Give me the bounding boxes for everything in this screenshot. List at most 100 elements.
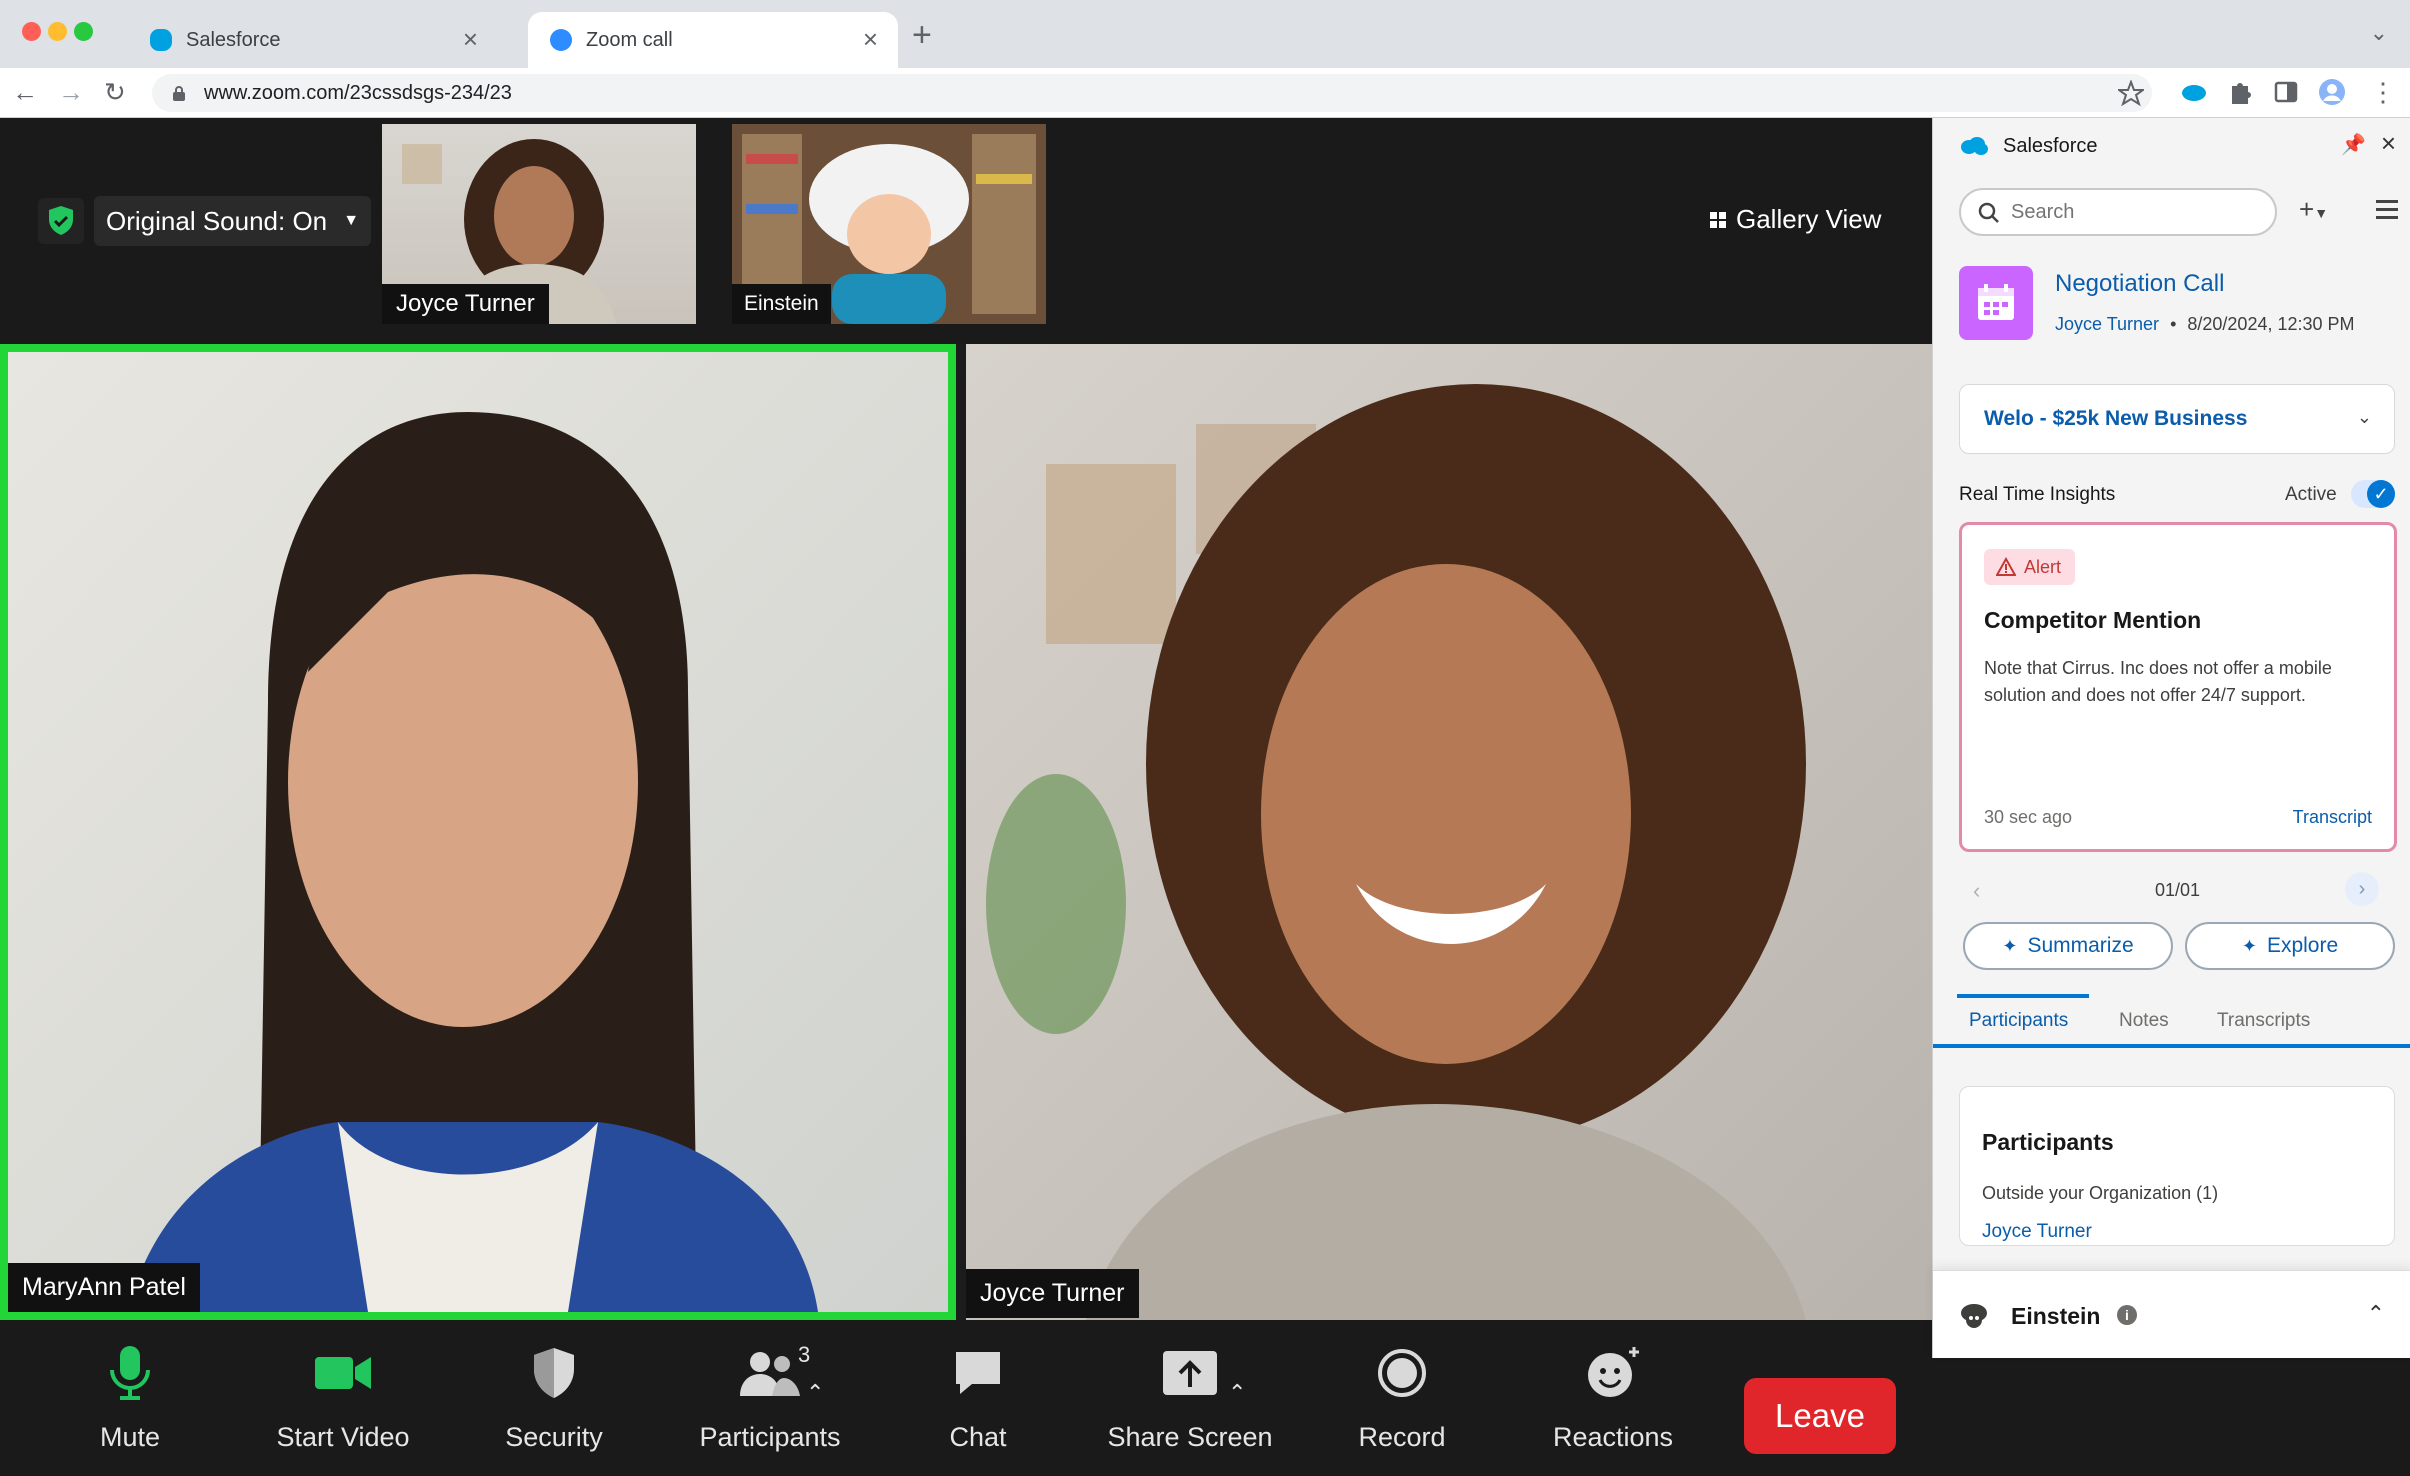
- tab-zoom-call[interactable]: Zoom call ×: [528, 12, 898, 68]
- checkmark-icon: ✓: [2367, 480, 2395, 508]
- browser-menu-icon[interactable]: ⋮: [2370, 78, 2396, 106]
- salesforce-panel-title: Salesforce: [2003, 134, 2098, 157]
- real-time-insights-label: Real Time Insights: [1959, 484, 2116, 505]
- bookmark-star-icon[interactable]: [2118, 80, 2144, 106]
- next-insight-chevron-icon[interactable]: ›: [2345, 872, 2379, 906]
- lock-icon: [173, 86, 185, 101]
- search-icon: [1978, 202, 1999, 223]
- browser-toolbar: ← → ↻ www.zoom.com/23cssdsgs-234/23 ⋮: [0, 68, 2410, 118]
- new-tab-button[interactable]: +: [912, 16, 932, 55]
- participants-button[interactable]: 3 Participants: [690, 1340, 850, 1453]
- zoom-meeting-window: Original Sound: On ▼ Joyce Turner Einste…: [0, 118, 1932, 1476]
- event-title-link[interactable]: Negotiation Call: [2055, 270, 2224, 298]
- start-video-button[interactable]: Start Video: [268, 1340, 418, 1453]
- transcript-link[interactable]: Transcript: [2293, 807, 2372, 828]
- security-button[interactable]: Security: [494, 1340, 614, 1453]
- salesforce-extension-icon[interactable]: [2180, 78, 2208, 106]
- insights-active-toggle[interactable]: ✓: [2351, 480, 2395, 508]
- video-tile-maryann-patel[interactable]: MaryAnn Patel: [0, 344, 956, 1320]
- gallery-view-button[interactable]: Gallery View: [1710, 204, 1881, 235]
- participants-options-chevron-icon[interactable]: ⌃: [806, 1380, 824, 1406]
- chevron-up-icon[interactable]: ⌃: [2367, 1301, 2385, 1327]
- thumbnail-einstein[interactable]: Einstein: [732, 124, 1046, 324]
- original-sound-button[interactable]: Original Sound: On ▼: [94, 196, 372, 246]
- close-panel-icon[interactable]: ×: [2381, 128, 2396, 159]
- reload-icon[interactable]: ↻: [104, 78, 126, 106]
- caret-down-icon: ▼: [343, 212, 360, 229]
- chat-label: Chat: [949, 1422, 1007, 1452]
- alert-timestamp: 30 sec ago: [1984, 807, 2073, 827]
- window-minimize-button[interactable]: [48, 22, 67, 41]
- start-video-label: Start Video: [276, 1422, 410, 1452]
- active-label: Active: [2285, 484, 2337, 505]
- address-bar[interactable]: www.zoom.com/23cssdsgs-234/23: [152, 74, 2152, 112]
- participants-group-label: Outside your Organization (1): [1982, 1183, 2219, 1203]
- security-label: Security: [505, 1422, 603, 1452]
- encryption-shield-icon[interactable]: [38, 198, 84, 244]
- participants-count: 3: [798, 1342, 811, 1367]
- security-shield-icon: [534, 1348, 574, 1398]
- add-new-menu-button[interactable]: +▼: [2299, 194, 2328, 225]
- thumbnail-name: Joyce Turner: [382, 284, 549, 324]
- explore-label: Explore: [2266, 934, 2339, 957]
- video-camera-icon: [315, 1357, 371, 1389]
- tab-participants[interactable]: Participants: [1969, 1010, 2068, 1032]
- event-separator: •: [2170, 314, 2177, 334]
- event-subtitle: Joyce Turner • 8/20/2024, 12:30 PM: [2055, 314, 2355, 335]
- pin-icon[interactable]: 📌: [2341, 132, 2366, 157]
- record-button[interactable]: Record: [1342, 1340, 1462, 1453]
- salesforce-side-panel: Salesforce 📌 × Search +▼ Negotiation Cal…: [1932, 118, 2410, 1358]
- tab-salesforce[interactable]: Salesforce ×: [128, 12, 498, 68]
- alert-body: Note that Cirrus. Inc does not offer a m…: [1984, 658, 2332, 705]
- share-screen-arrow-icon: [1163, 1351, 1217, 1395]
- tab-search-chevron-icon[interactable]: ⌄: [2370, 20, 2388, 46]
- calendar-event-icon: [1959, 266, 2033, 340]
- opportunity-selector[interactable]: Welo - $25k New Business ⌄: [1959, 384, 2395, 454]
- einstein-bar[interactable]: Einstein i ⌃: [1933, 1270, 2410, 1358]
- salesforce-favicon-icon: [150, 29, 172, 51]
- back-arrow-icon[interactable]: ←: [12, 78, 38, 106]
- reactions-label: Reactions: [1552, 1422, 1674, 1452]
- close-tab-icon[interactable]: ×: [463, 26, 478, 52]
- summarize-button[interactable]: ✦ Summarize: [1963, 922, 2173, 970]
- profile-avatar-icon[interactable]: [2318, 78, 2346, 106]
- alert-title: Competitor Mention: [1984, 607, 2202, 633]
- forward-arrow-icon[interactable]: →: [58, 78, 84, 106]
- microphone-icon: [110, 1346, 150, 1400]
- participants-people-icon: [740, 1352, 800, 1396]
- leave-button[interactable]: Leave: [1744, 1378, 1896, 1454]
- tile-name-tag: MaryAnn Patel: [8, 1263, 200, 1312]
- window-close-button[interactable]: [22, 22, 41, 41]
- original-sound-label: Original Sound: On: [106, 206, 328, 236]
- participant-name-link[interactable]: Joyce Turner: [1982, 1221, 2092, 1243]
- browser-tab-bar: Salesforce × Zoom call × + ⌄: [0, 0, 2410, 68]
- info-icon[interactable]: i: [2117, 1305, 2137, 1325]
- einstein-label: Einstein: [2011, 1303, 2101, 1329]
- summarize-label: Summarize: [2027, 934, 2134, 957]
- extensions-puzzle-icon[interactable]: [2226, 78, 2254, 106]
- hamburger-menu-icon[interactable]: [2376, 200, 2398, 220]
- side-panel-icon[interactable]: [2272, 78, 2300, 106]
- tab-notes[interactable]: Notes: [2119, 1010, 2169, 1032]
- participants-card: Participants Outside your Organization (…: [1959, 1086, 2395, 1246]
- gallery-view-label: Gallery View: [1736, 204, 1882, 234]
- share-options-chevron-icon[interactable]: ⌃: [1228, 1380, 1246, 1406]
- video-tile-joyce-turner[interactable]: Joyce Turner: [966, 344, 1932, 1320]
- tab-title: Zoom call: [586, 28, 673, 51]
- window-maximize-button[interactable]: [74, 22, 93, 41]
- tab-title: Salesforce: [186, 28, 281, 51]
- search-placeholder: Search: [2011, 200, 2075, 223]
- thumbnail-joyce-turner[interactable]: Joyce Turner: [382, 124, 696, 324]
- chat-button[interactable]: Chat: [918, 1340, 1038, 1453]
- reactions-button[interactable]: Reactions: [1548, 1340, 1678, 1453]
- previous-insight-chevron-icon[interactable]: ‹: [1973, 878, 1980, 904]
- tab-transcripts[interactable]: Transcripts: [2217, 1010, 2310, 1032]
- mute-button[interactable]: Mute: [70, 1340, 190, 1453]
- salesforce-search-input[interactable]: Search: [1959, 188, 2277, 236]
- insight-pager: 01/01: [2155, 880, 2201, 900]
- explore-button[interactable]: ✦ Explore: [2185, 922, 2395, 970]
- share-screen-button[interactable]: Share Screen: [1100, 1340, 1280, 1453]
- joyce-video-feed: [966, 344, 1932, 1320]
- close-tab-icon[interactable]: ×: [863, 26, 878, 52]
- event-owner-link[interactable]: Joyce Turner: [2055, 314, 2159, 334]
